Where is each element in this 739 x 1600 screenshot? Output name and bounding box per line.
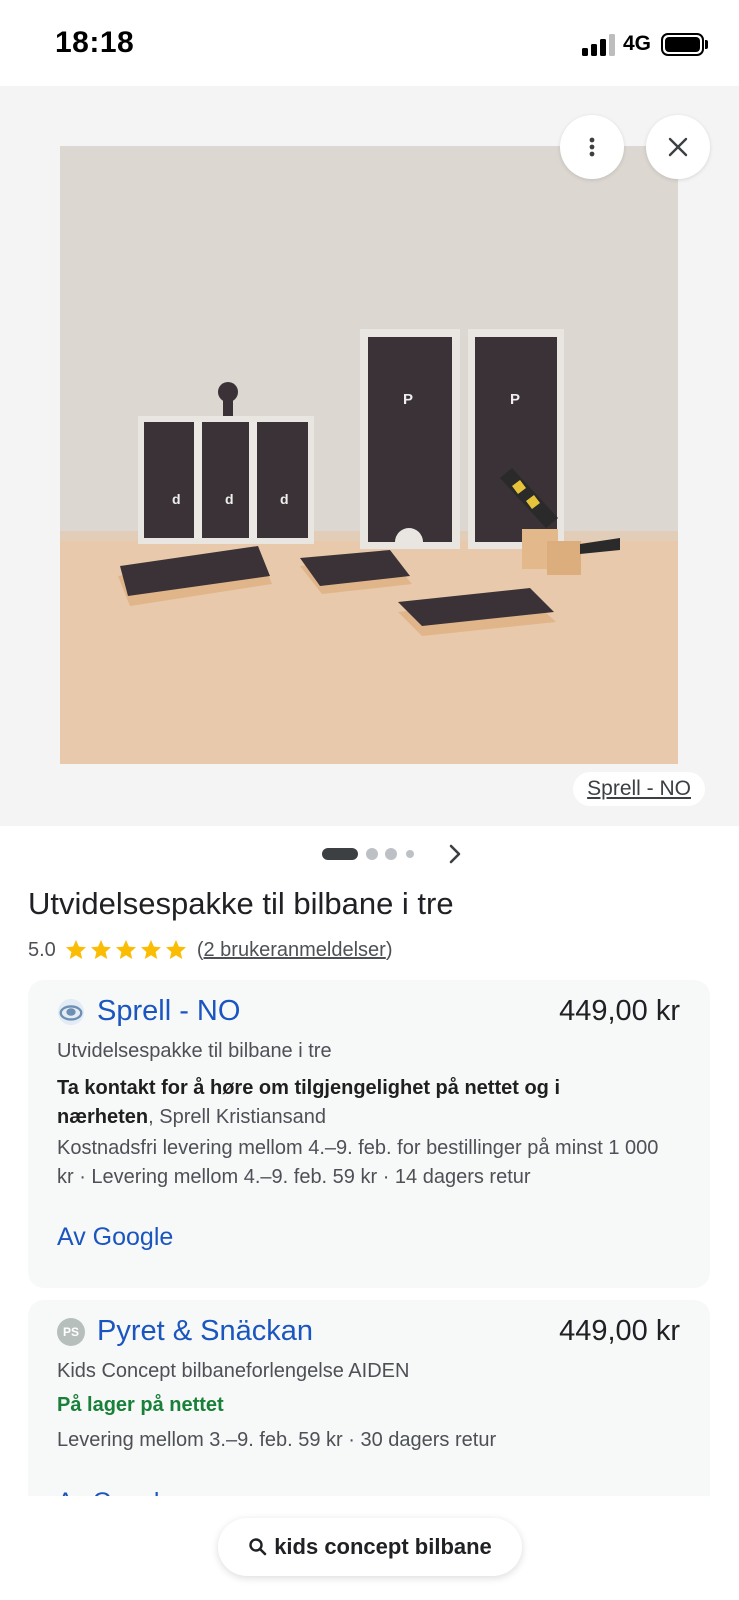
carousel-dot-active[interactable] xyxy=(322,848,358,860)
merchant-logo-icon: PS xyxy=(57,1317,85,1346)
more-vertical-icon xyxy=(589,137,595,157)
carousel-dot[interactable] xyxy=(366,848,378,860)
rating-stars xyxy=(64,938,189,962)
carousel-dot[interactable] xyxy=(385,848,397,860)
delivery-info: Kostnadsfri levering mellom 4.–9. feb. f… xyxy=(57,1137,659,1188)
close-button[interactable] xyxy=(646,115,710,179)
carousel-indicator xyxy=(0,843,739,865)
battery-icon xyxy=(661,33,704,56)
chevron-right-icon[interactable] xyxy=(444,843,466,865)
star-icon xyxy=(115,940,136,959)
sprell-logo-icon xyxy=(57,998,85,1026)
offer-price: 449,00 kr xyxy=(559,995,680,1027)
star-icon xyxy=(140,940,161,959)
offer-title: Kids Concept bilbaneforlengelse AIDEN xyxy=(57,1360,410,1382)
image-viewer: d d d P P Sprell - NO xyxy=(0,86,739,826)
offer-card[interactable]: Sprell - NO 449,00 kr Utvidelsespakke ti… xyxy=(28,980,710,1288)
reviews-link[interactable]: 2 brukeranmeldelser xyxy=(203,939,385,961)
status-time: 18:18 xyxy=(55,26,135,59)
svg-text:d: d xyxy=(280,491,289,507)
offer-price: 449,00 kr xyxy=(559,1315,680,1347)
svg-text:P: P xyxy=(510,391,520,408)
network-type: 4G xyxy=(623,32,652,55)
availability-store: , Sprell Kristiansand xyxy=(148,1106,326,1128)
search-query-text: kids concept bilbane xyxy=(274,1534,492,1559)
merchant-row[interactable]: PS Pyret & Snäckan xyxy=(57,1315,313,1348)
reviews-close-paren: ) xyxy=(385,938,393,961)
offer-card[interactable]: PS Pyret & Snäckan 449,00 kr Kids Concep… xyxy=(28,1300,710,1500)
offer-title: Utvidelsespakke til bilbane i tre xyxy=(57,1040,332,1062)
image-source-link[interactable]: Sprell - NO xyxy=(573,772,705,806)
star-icon xyxy=(65,940,86,959)
rating-row: 5.0 (2 brukeranmeldelser) xyxy=(28,938,392,962)
product-image[interactable]: d d d P P xyxy=(60,146,678,764)
reviews: (2 brukeranmeldelser) xyxy=(197,939,393,962)
svg-text:d: d xyxy=(225,491,234,507)
close-icon xyxy=(668,137,688,157)
star-icon xyxy=(165,940,186,959)
search-icon xyxy=(249,1538,267,1556)
availability-text: Ta kontakt for å høre om tilgjengelighet… xyxy=(57,1074,657,1132)
merchant-name[interactable]: Pyret & Snäckan xyxy=(97,1315,313,1348)
merchant-name[interactable]: Sprell - NO xyxy=(97,995,240,1028)
search-query-pill[interactable]: kids concept bilbane xyxy=(218,1518,522,1576)
rating-value: 5.0 xyxy=(28,938,56,961)
product-title: Utvidelsespakke til bilbane i tre xyxy=(28,886,454,921)
in-stock-status: På lager på nettet xyxy=(57,1394,224,1416)
carousel-dot[interactable] xyxy=(406,850,414,858)
merchant-row[interactable]: Sprell - NO xyxy=(57,995,240,1028)
star-icon xyxy=(90,940,111,959)
status-bar: 18:18 4G xyxy=(0,0,739,86)
delivery-info: Levering mellom 3.–9. feb. 59 kr · 30 da… xyxy=(57,1429,497,1451)
more-options-button[interactable] xyxy=(560,115,624,179)
by-google-link[interactable]: Av Google xyxy=(57,1223,173,1252)
svg-text:P: P xyxy=(403,391,413,408)
signal-strength-icon xyxy=(582,34,616,56)
svg-text:d: d xyxy=(172,491,181,507)
battery-cap xyxy=(705,40,708,49)
